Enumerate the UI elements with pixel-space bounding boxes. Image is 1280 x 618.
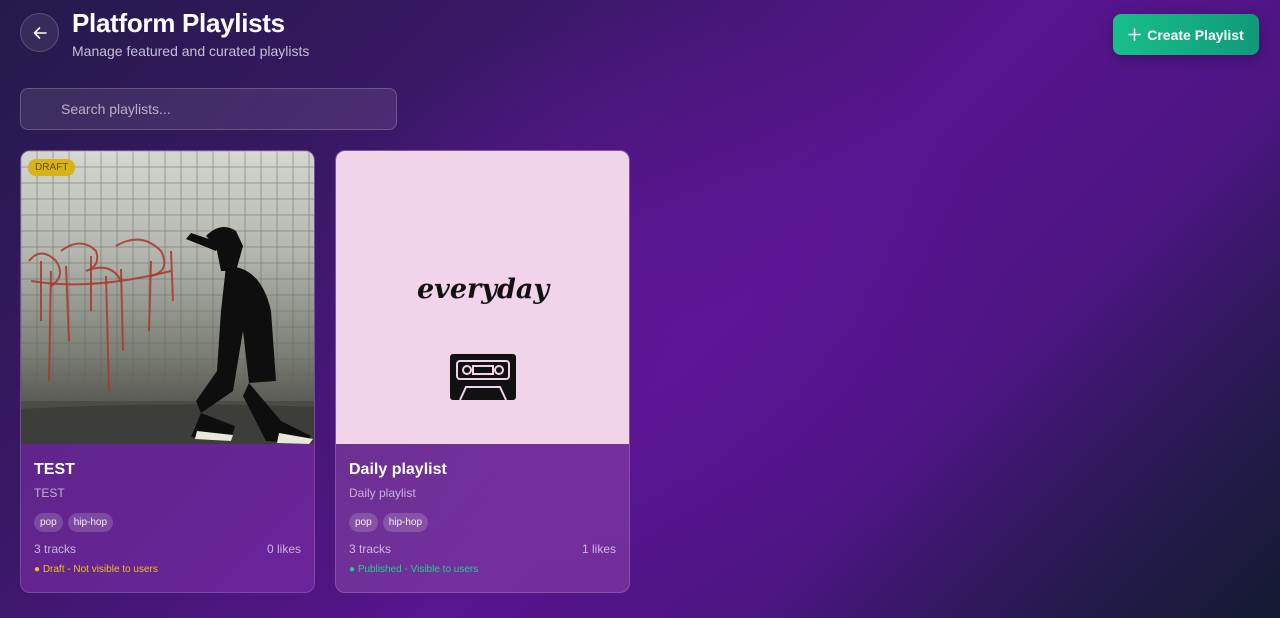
like-count: 0 likes bbox=[266, 542, 301, 556]
playlist-card-body: Daily playlist Daily playlist pop hip-ho… bbox=[336, 444, 629, 592]
create-playlist-button[interactable]: Create Playlist bbox=[1113, 14, 1259, 55]
playlist-tags: pop hip-hop bbox=[349, 513, 429, 532]
tag-pop: pop bbox=[34, 513, 63, 532]
playlist-cover-image: everyday bbox=[336, 151, 629, 444]
arrow-left-icon bbox=[33, 26, 47, 39]
playlist-title: TEST bbox=[34, 461, 75, 478]
like-count: 1 likes bbox=[581, 542, 616, 556]
playlist-tags: pop hip-hop bbox=[34, 513, 114, 532]
playlist-cover-image: DRAFT bbox=[21, 151, 314, 444]
playlist-description: Daily playlist bbox=[349, 486, 416, 500]
tag-hip-hop: hip-hop bbox=[67, 513, 114, 532]
cover-title-text: everyday bbox=[417, 274, 551, 305]
create-playlist-label: Create Playlist bbox=[1147, 26, 1244, 43]
tag-hip-hop: hip-hop bbox=[382, 513, 429, 532]
playlist-description: TEST bbox=[34, 486, 65, 500]
search-box bbox=[20, 88, 397, 130]
tag-pop: pop bbox=[349, 513, 378, 532]
draft-badge: DRAFT bbox=[28, 159, 76, 176]
status-text: ● Published - Visible to users bbox=[349, 564, 479, 575]
plus-icon bbox=[1128, 28, 1141, 41]
playlist-card-test[interactable]: DRAFT TEST TEST pop hip-hop 3 tracks 0 l… bbox=[20, 150, 315, 593]
playlist-card-daily[interactable]: everyday Daily playlist Daily playlist p… bbox=[335, 150, 630, 593]
search-input[interactable] bbox=[21, 89, 396, 129]
playlist-card-body: TEST TEST pop hip-hop 3 tracks 0 likes ●… bbox=[21, 444, 314, 592]
cassette-icon bbox=[450, 354, 516, 401]
playlist-title: Daily playlist bbox=[349, 461, 447, 478]
track-count: 3 tracks bbox=[349, 542, 392, 556]
page-subtitle: Manage featured and curated playlists bbox=[72, 43, 310, 59]
back-button[interactable] bbox=[20, 13, 59, 52]
page-title: Platform Playlists bbox=[72, 8, 285, 38]
track-count: 3 tracks bbox=[34, 542, 77, 556]
status-text: ● Draft - Not visible to users bbox=[34, 564, 158, 575]
